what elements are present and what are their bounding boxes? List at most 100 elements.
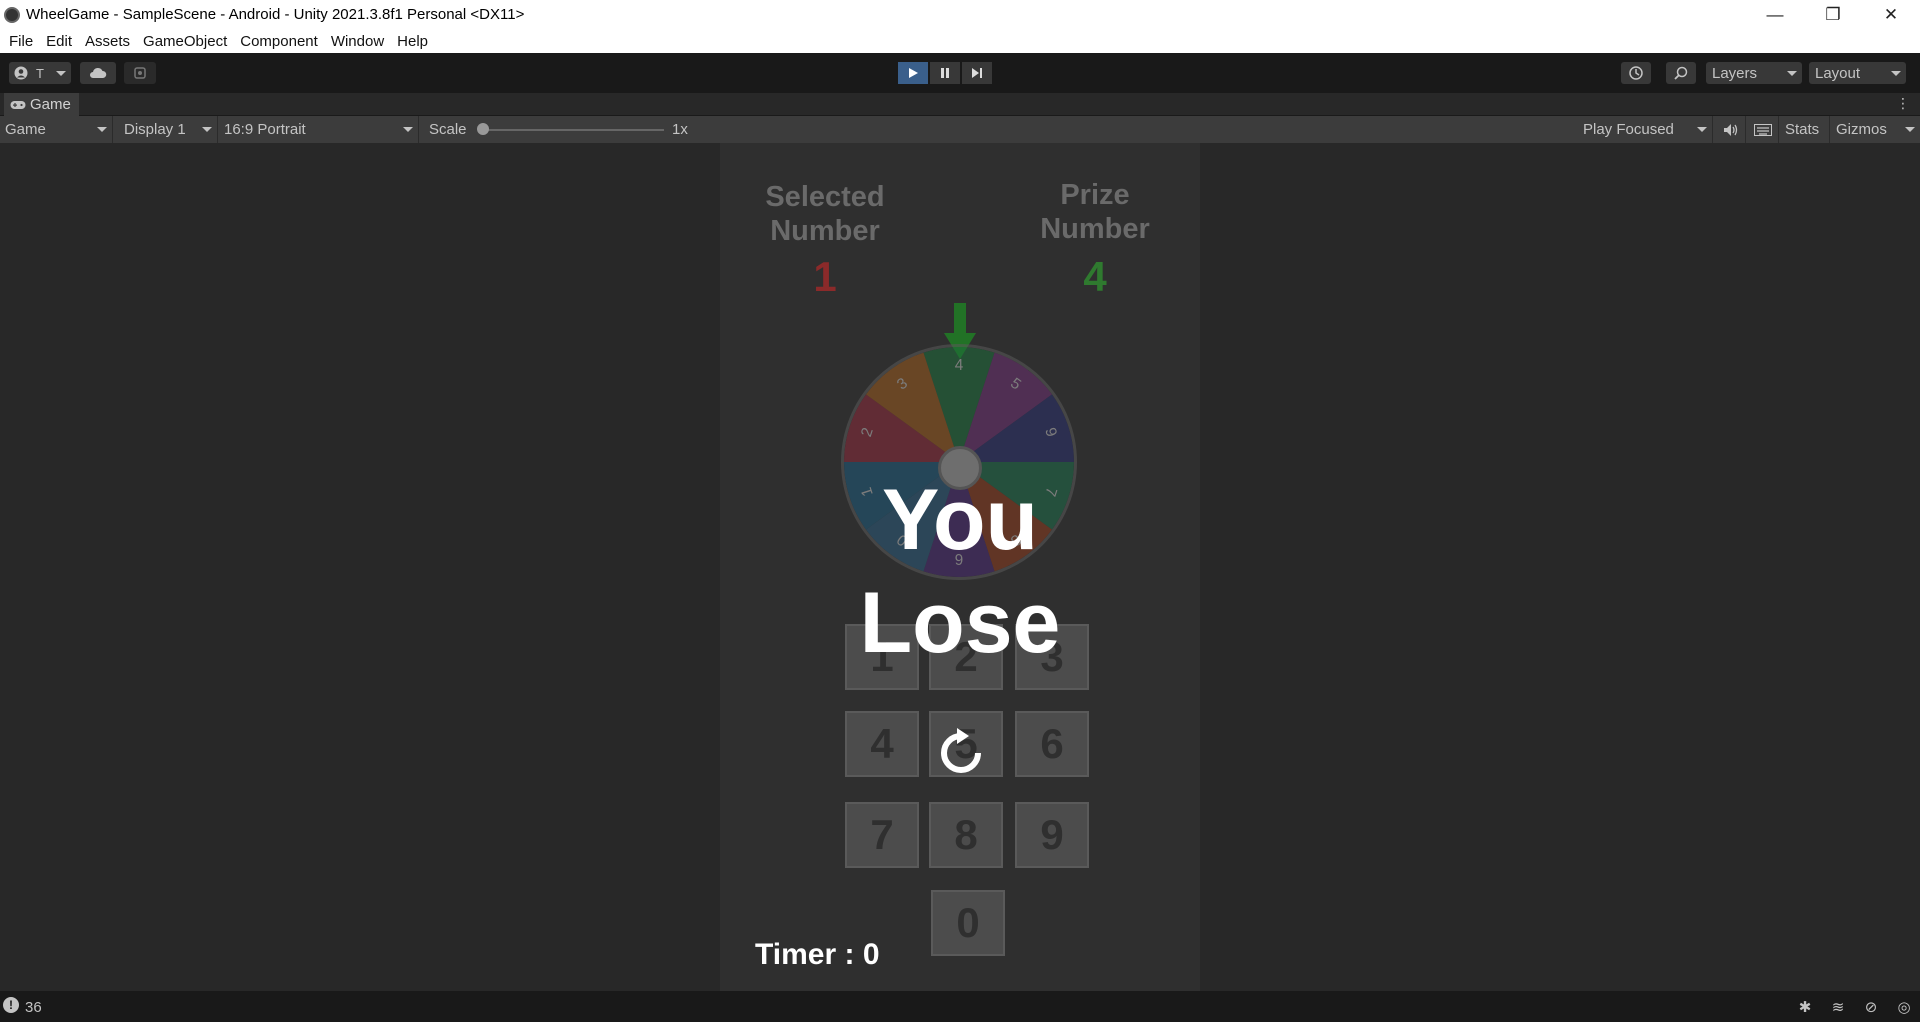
chevron-down-icon bbox=[97, 127, 107, 132]
editor-tab-bar: Game ⋮ bbox=[0, 93, 1920, 116]
keypad-button-4[interactable]: 4 bbox=[845, 711, 919, 777]
menu-window[interactable]: Window bbox=[331, 33, 384, 50]
mute-audio-toggle[interactable] bbox=[1718, 116, 1746, 143]
keypad-button-7[interactable]: 7 bbox=[845, 802, 919, 868]
view-mode-dropdown[interactable]: Game bbox=[0, 116, 113, 143]
timer-label: Timer : 0 bbox=[755, 938, 880, 971]
search-icon bbox=[1674, 66, 1688, 80]
maximize-button[interactable]: ❐ bbox=[1804, 0, 1862, 29]
play-mode-label: Play Focused bbox=[1583, 121, 1674, 138]
stats-button[interactable]: Stats bbox=[1780, 116, 1830, 143]
chevron-down-icon bbox=[202, 127, 212, 132]
chevron-down-icon bbox=[403, 127, 413, 132]
scale-slider-handle[interactable] bbox=[477, 123, 489, 135]
scale-value: 1x bbox=[672, 121, 688, 138]
warning-icon[interactable]: ! bbox=[3, 997, 19, 1013]
cloud-icon bbox=[90, 67, 107, 78]
account-icon bbox=[14, 66, 28, 80]
menu-gameobject[interactable]: GameObject bbox=[143, 33, 227, 50]
pause-icon bbox=[941, 68, 949, 78]
selected-number-value: 1 bbox=[813, 253, 837, 300]
chevron-down-icon bbox=[1697, 127, 1707, 132]
game-screen[interactable]: Selected Number 1 Prize Number 4 4597860… bbox=[720, 143, 1200, 991]
speaker-icon bbox=[1724, 123, 1738, 136]
search-button[interactable] bbox=[1666, 62, 1696, 84]
window-controls: — ❐ ✕ bbox=[1746, 0, 1920, 29]
aspect-dropdown[interactable]: 16:9 Portrait bbox=[219, 116, 419, 143]
display-dropdown[interactable]: Display 1 bbox=[119, 116, 218, 143]
play-mode-dropdown[interactable]: Play Focused bbox=[1578, 116, 1713, 143]
history-button[interactable] bbox=[1621, 62, 1651, 84]
result-text-line2: Lose bbox=[859, 575, 1061, 671]
auto-generate-lighting-icon[interactable]: ⊘ bbox=[1861, 997, 1881, 1017]
gamepad-icon bbox=[10, 100, 26, 109]
gizmos-label: Gizmos bbox=[1836, 121, 1887, 138]
play-icon bbox=[909, 68, 918, 78]
window-titlebar: WheelGame - SampleScene - Android - Unit… bbox=[0, 0, 1920, 29]
step-icon bbox=[972, 68, 982, 78]
restart-icon[interactable] bbox=[935, 727, 987, 779]
account-label: T bbox=[36, 65, 44, 81]
menu-component[interactable]: Component bbox=[240, 33, 318, 50]
menu-edit[interactable]: Edit bbox=[46, 33, 72, 50]
selected-heading-line1: Selected bbox=[765, 181, 885, 213]
layers-dropdown[interactable]: Layers bbox=[1706, 62, 1802, 84]
pause-button[interactable] bbox=[930, 62, 960, 84]
chevron-down-icon bbox=[56, 71, 66, 76]
status-icons: ✱ ≋ ⊘ ◎ bbox=[1795, 997, 1914, 1017]
aspect-label: 16:9 Portrait bbox=[224, 121, 306, 138]
menu-help[interactable]: Help bbox=[397, 33, 428, 50]
close-button[interactable]: ✕ bbox=[1862, 0, 1920, 29]
layers-label: Layers bbox=[1712, 64, 1758, 82]
more-options-icon[interactable]: ⋮ bbox=[1896, 95, 1910, 112]
collab-button[interactable] bbox=[124, 62, 156, 84]
result-text-line1: You bbox=[881, 472, 1039, 568]
prize-number-value: 4 bbox=[1083, 253, 1107, 300]
scale-label: Scale bbox=[429, 121, 467, 138]
wheel-segment-label: 4 bbox=[955, 357, 964, 374]
unity-logo-icon bbox=[4, 6, 20, 23]
view-mode-label: Game bbox=[5, 121, 46, 138]
menu-bar: File Edit Assets GameObject Component Wi… bbox=[0, 29, 1920, 53]
scale-slider-track[interactable] bbox=[482, 129, 664, 131]
progress-check-icon[interactable]: ◎ bbox=[1894, 997, 1914, 1017]
layout-dropdown[interactable]: Layout bbox=[1809, 62, 1906, 84]
keypad-button-0[interactable]: 0 bbox=[931, 890, 1005, 956]
prize-heading-line1: Prize bbox=[1060, 179, 1130, 211]
console-message-count: 36 bbox=[25, 999, 42, 1016]
game-view: Selected Number 1 Prize Number 4 4597860… bbox=[0, 143, 1920, 991]
main-toolbar: T Layers Layout bbox=[0, 53, 1920, 93]
keypad-button-8[interactable]: 8 bbox=[929, 802, 1003, 868]
prize-number-heading: Prize Number bbox=[1010, 178, 1180, 246]
layers-stack-icon[interactable]: ≋ bbox=[1828, 997, 1848, 1017]
layout-label: Layout bbox=[1815, 64, 1861, 82]
debug-mode-icon[interactable]: ✱ bbox=[1795, 997, 1815, 1017]
shortcuts-toggle[interactable] bbox=[1749, 116, 1779, 143]
display-label: Display 1 bbox=[124, 121, 186, 138]
prize-heading-line2: Number bbox=[1040, 213, 1150, 245]
keypad-button-9[interactable]: 9 bbox=[1015, 802, 1089, 868]
chevron-down-icon bbox=[1891, 71, 1901, 76]
play-button[interactable] bbox=[898, 62, 928, 84]
account-dropdown[interactable]: T bbox=[9, 62, 71, 84]
cloud-button[interactable] bbox=[80, 62, 116, 84]
step-button[interactable] bbox=[962, 62, 992, 84]
menu-file[interactable]: File bbox=[9, 33, 33, 50]
chevron-down-icon bbox=[1787, 71, 1797, 76]
gizmos-dropdown[interactable]: Gizmos bbox=[1831, 116, 1920, 143]
menu-assets[interactable]: Assets bbox=[85, 33, 130, 50]
selected-number-heading: Selected Number bbox=[730, 180, 920, 248]
collab-icon bbox=[134, 67, 146, 79]
chevron-down-icon bbox=[1905, 127, 1915, 132]
status-bar: ! 36 ✱ ≋ ⊘ ◎ bbox=[0, 991, 1920, 1022]
history-icon bbox=[1629, 66, 1643, 80]
playmode-controls bbox=[898, 62, 992, 84]
keyboard-icon bbox=[1754, 123, 1772, 136]
minimize-button[interactable]: — bbox=[1746, 0, 1804, 29]
tab-game[interactable]: Game bbox=[4, 93, 79, 116]
keypad-button-6[interactable]: 6 bbox=[1015, 711, 1089, 777]
tab-game-label: Game bbox=[30, 96, 71, 113]
selected-heading-line2: Number bbox=[770, 215, 880, 247]
window-title: WheelGame - SampleScene - Android - Unit… bbox=[26, 6, 525, 23]
game-view-toolbar: Game Display 1 16:9 Portrait Scale 1x Pl… bbox=[0, 116, 1920, 143]
